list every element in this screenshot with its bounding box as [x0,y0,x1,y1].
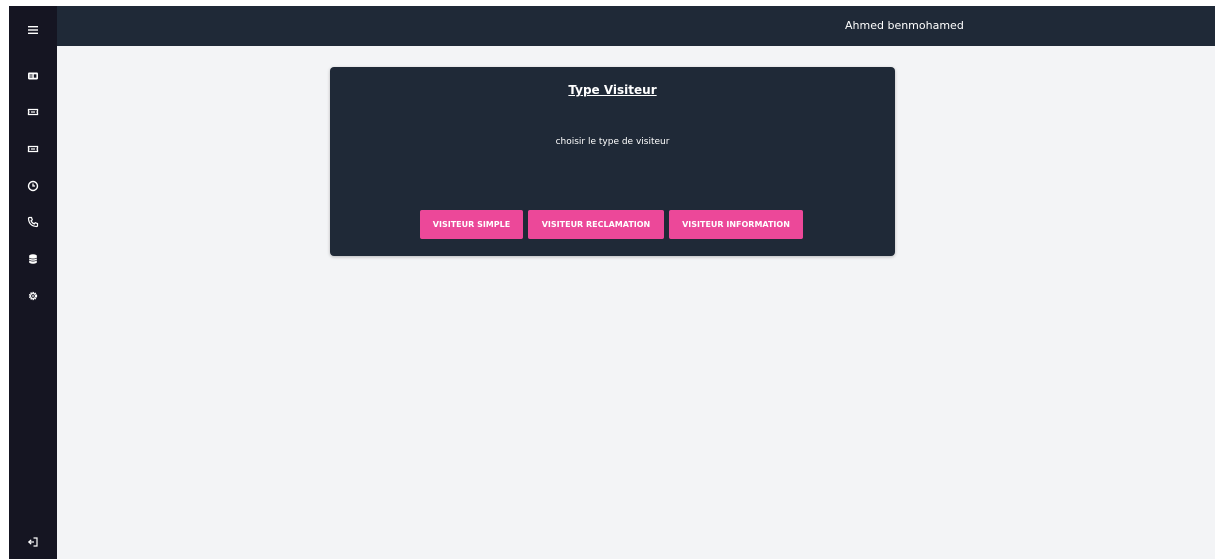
database-icon[interactable] [21,247,45,271]
sidebar [9,6,57,559]
card-description: choisir le type de visiteur [555,137,670,147]
visitor-type-card: Type Visiteur choisir le type de visiteu… [330,67,895,256]
id-card-icon[interactable] [21,64,45,88]
visiteur-reclamation-button[interactable]: VISITEUR RECLAMATION [528,210,664,239]
user-name[interactable]: Ahmed benmohamed [845,6,964,46]
visiteur-simple-button[interactable]: VISITEUR SIMPLE [420,210,523,239]
phone-icon[interactable] [21,210,45,234]
ticket-icon[interactable] [21,100,45,124]
menu-icon[interactable] [21,18,45,42]
clock-icon[interactable] [21,174,45,198]
top-bar: Ahmed benmohamed [57,6,1215,46]
ticket-icon[interactable] [21,137,45,161]
visiteur-information-button[interactable]: VISITEUR INFORMATION [669,210,803,239]
card-title: Type Visiteur [568,83,657,97]
gear-icon[interactable] [21,284,45,308]
logout-icon[interactable] [21,530,45,554]
app-window: Ahmed benmohamed Type Visiteur choisir l… [9,6,1215,559]
